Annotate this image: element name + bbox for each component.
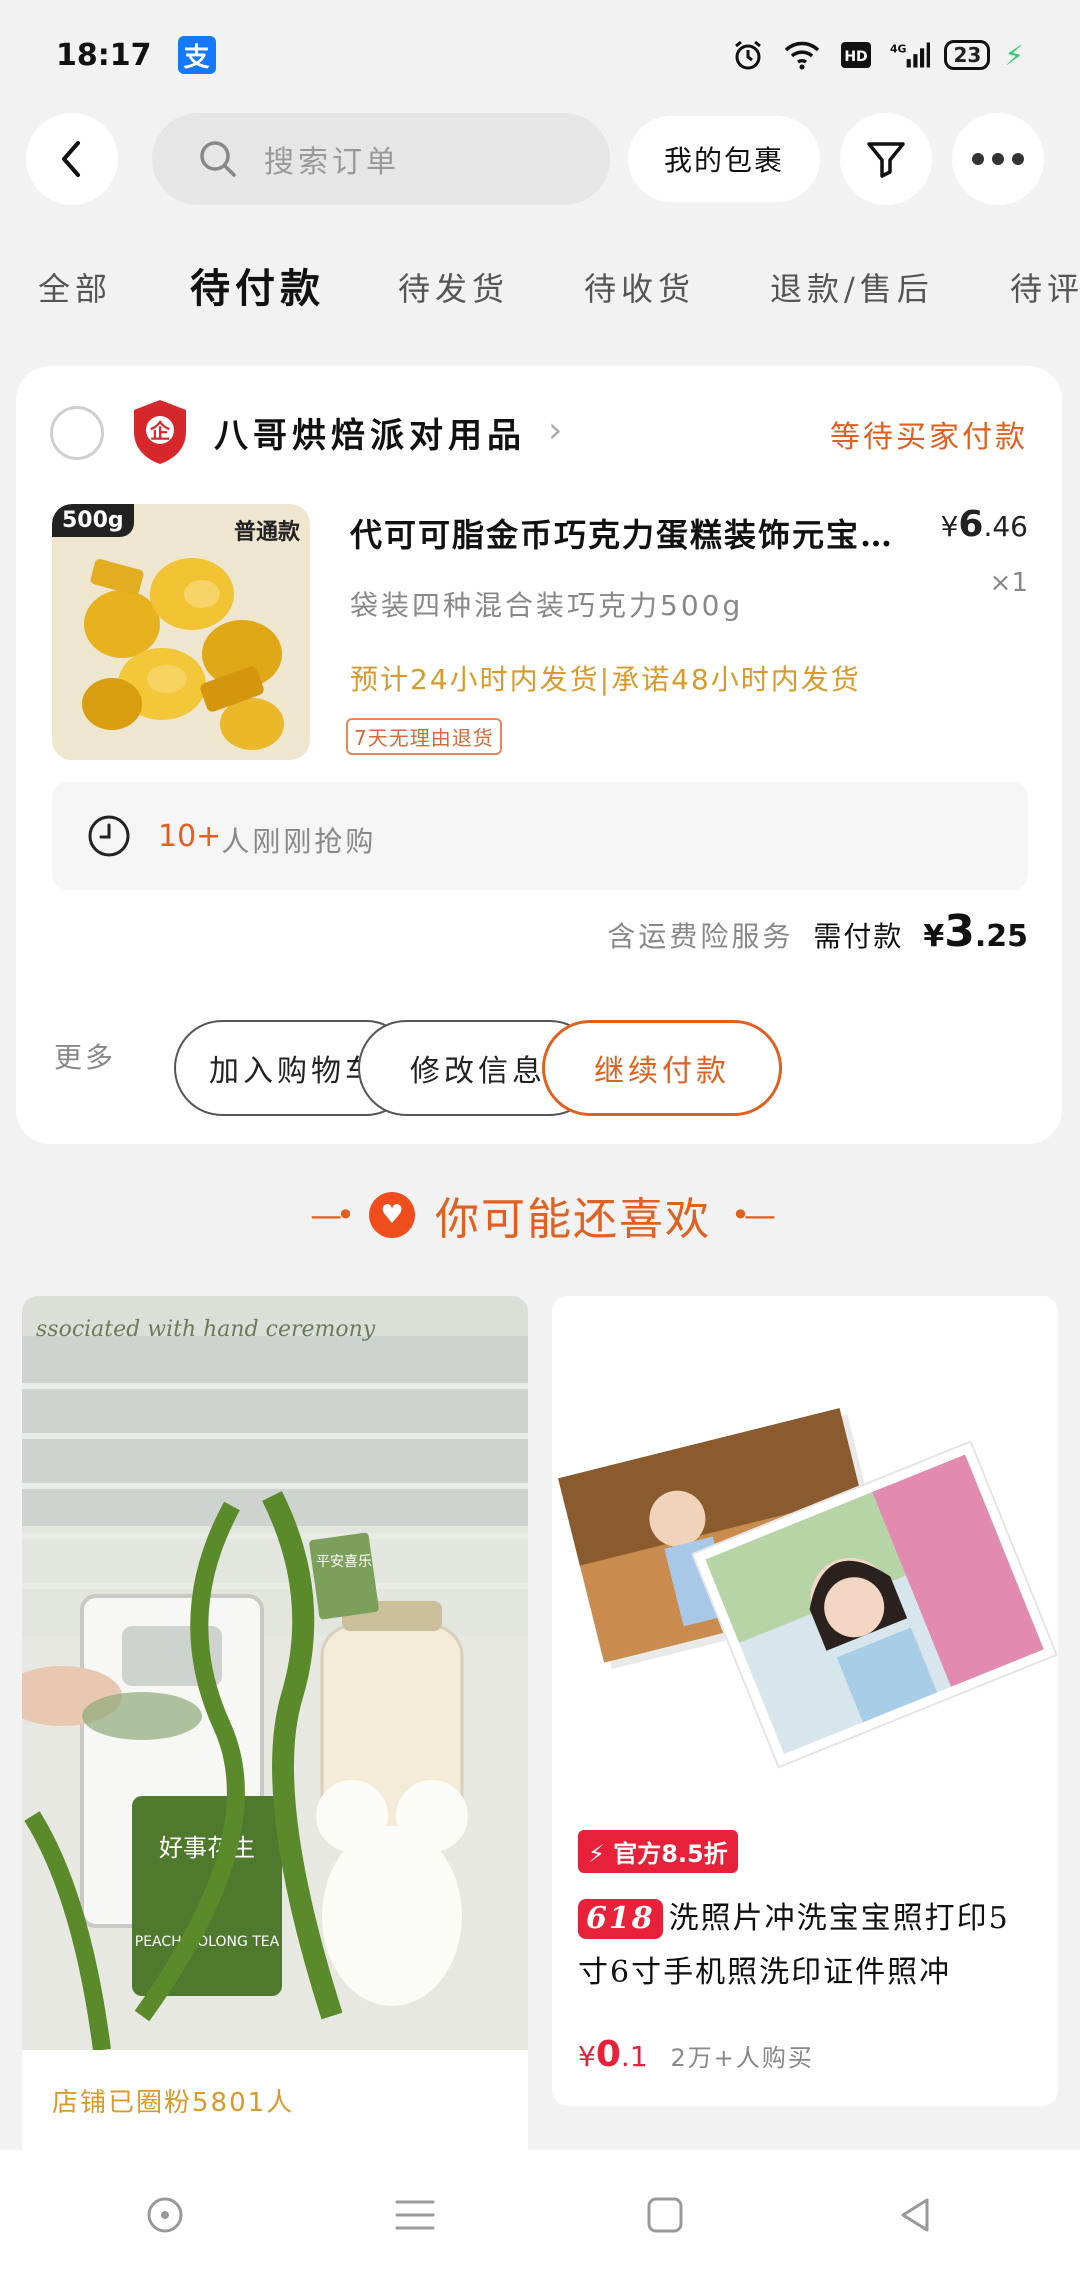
- alipay-icon: 支: [177, 36, 216, 74]
- search-placeholder: 搜索订单: [264, 145, 400, 180]
- svg-text:ssociated with hand ceremony: ssociated with hand ceremony: [36, 1317, 376, 1342]
- signal-icon: 4G: [890, 38, 931, 72]
- back-button[interactable]: [26, 113, 118, 205]
- battery-indicator: 23: [944, 40, 991, 70]
- assistant-button[interactable]: [135, 2185, 195, 2245]
- product-title[interactable]: 代可可脂金币巧克力蛋糕装饰元宝…: [350, 510, 930, 556]
- recent-buyer-text: 人刚刚抢购: [221, 825, 377, 858]
- product-title[interactable]: 618 洗照片冲洗宝宝照打印5寸6寸手机照洗印证件照冲: [578, 1892, 1038, 2000]
- return-policy-tag: 7天无理由退货: [346, 718, 502, 755]
- weight-badge: 500g: [52, 504, 134, 537]
- status-bar: 18:17 支 HD 4G 23 ⚡: [0, 0, 1080, 110]
- tab-pending-receipt[interactable]: 待收货: [584, 264, 695, 310]
- recent-buyer-count: 10+: [158, 818, 222, 854]
- search-input[interactable]: 搜索订单: [152, 113, 610, 205]
- tab-pending-review[interactable]: 待评: [1010, 264, 1080, 310]
- clock-icon: [88, 815, 130, 857]
- shop-followers: 店铺已圈粉5801人: [52, 2088, 295, 2118]
- tea-gift-image: ssociated with hand ceremony 好事花生 PEACH …: [22, 1296, 528, 2050]
- chevron-right-icon[interactable]: ›: [548, 410, 562, 451]
- status-icons: HD 4G 23 ⚡: [728, 38, 1024, 72]
- recent-purchases-banner: 10+ 人刚刚抢购: [52, 782, 1028, 890]
- shop-logo-icon[interactable]: 企: [130, 398, 190, 466]
- shipping-insurance-note: 含运费险服务: [607, 920, 794, 953]
- product-quantity: ×1: [989, 568, 1028, 598]
- filter-icon: [867, 142, 905, 178]
- recommendations-header: —• ♥ 你可能还喜欢 •—: [0, 1180, 1080, 1250]
- promo-618-badge: 618: [578, 1899, 663, 1939]
- status-time: 18:17: [56, 37, 152, 73]
- svg-text:平安喜乐: 平安喜乐: [316, 1554, 372, 1570]
- more-options-button[interactable]: [952, 113, 1044, 205]
- recommended-product-card[interactable]: ⚡ 官方8.5折 618 洗照片冲洗宝宝照打印5寸6寸手机照洗印证件照冲 ¥0.1…: [552, 1296, 1058, 2106]
- filter-button[interactable]: [840, 113, 932, 205]
- menu-button[interactable]: [385, 2185, 445, 2245]
- discount-tag: ⚡ 官方8.5折: [578, 1830, 738, 1873]
- order-total: 含运费险服务 需付款 ¥3.25: [607, 906, 1028, 957]
- more-actions-link[interactable]: 更多: [54, 1036, 116, 1076]
- tab-refund-aftersale[interactable]: 退款/售后: [770, 264, 934, 310]
- heart-icon: ♥: [369, 1192, 415, 1238]
- recommended-product-card[interactable]: ssociated with hand ceremony 好事花生 PEACH …: [22, 1296, 528, 2186]
- variant-badge: 普通款: [233, 520, 300, 545]
- alarm-icon: [728, 38, 768, 72]
- sold-count: 2万+人购买: [670, 2044, 814, 2072]
- product-price: ¥0.1 2万+人购买: [578, 2034, 814, 2075]
- square-home-icon: [647, 2197, 683, 2233]
- hd-icon: HD: [836, 38, 876, 72]
- select-order-checkbox[interactable]: [50, 406, 104, 460]
- svg-text:PEACH OOLONG TEA: PEACH OOLONG TEA: [135, 1934, 280, 1950]
- wifi-icon: [782, 38, 822, 72]
- product-image[interactable]: 500g 普通款: [52, 504, 310, 760]
- top-nav: 搜索订单 我的包裹: [0, 112, 1080, 207]
- tab-pending-payment[interactable]: 待付款: [190, 256, 325, 314]
- triangle-back-icon: [901, 2198, 929, 2232]
- tab-pending-shipment[interactable]: 待发货: [398, 264, 509, 310]
- circle-dot-icon: [147, 2197, 183, 2233]
- svg-text:企: 企: [149, 419, 171, 443]
- more-dots-icon: [972, 153, 1024, 165]
- my-packages-button[interactable]: 我的包裹: [628, 116, 820, 202]
- shop-name[interactable]: 八哥烘焙派对用品: [214, 408, 526, 457]
- system-back-button[interactable]: [885, 2185, 945, 2245]
- order-card: 企 八哥烘焙派对用品 › 等待买家付款 500g 普通款 代可可脂金币巧克力蛋糕…: [16, 366, 1062, 1144]
- back-arrow-icon: [62, 141, 80, 177]
- photo-prints-image: [552, 1296, 1058, 1796]
- tab-all[interactable]: 全部: [38, 264, 112, 310]
- svg-text:好事花生: 好事花生: [159, 1834, 255, 1862]
- search-icon: [200, 141, 236, 177]
- product-spec: 袋装四种混合装巧克力500g: [350, 589, 744, 622]
- home-button[interactable]: [635, 2185, 695, 2245]
- svg-text:HD: HD: [845, 49, 868, 65]
- decor-dash-right: •—: [731, 1196, 776, 1234]
- system-navigation-bar: [0, 2150, 1080, 2280]
- total-label: 需付款: [813, 920, 904, 953]
- total-amount: ¥3.25: [923, 906, 1028, 957]
- order-status: 等待买家付款: [830, 420, 1028, 455]
- menu-icon: [395, 2200, 435, 2230]
- shipping-promise: 预计24小时内发货|承诺48小时内发货: [350, 663, 861, 696]
- decor-dash-left: —•: [310, 1196, 355, 1234]
- charging-icon: ⚡: [1004, 38, 1024, 72]
- svg-text:4G: 4G: [890, 43, 907, 56]
- continue-payment-button[interactable]: 继续付款: [542, 1020, 782, 1116]
- order-status-tabs: 全部 待付款 待发货 待收货 退款/售后 待评: [0, 248, 1080, 320]
- product-price: ¥6.46: [940, 504, 1028, 545]
- recommendations-title: 你可能还喜欢: [435, 1194, 711, 1245]
